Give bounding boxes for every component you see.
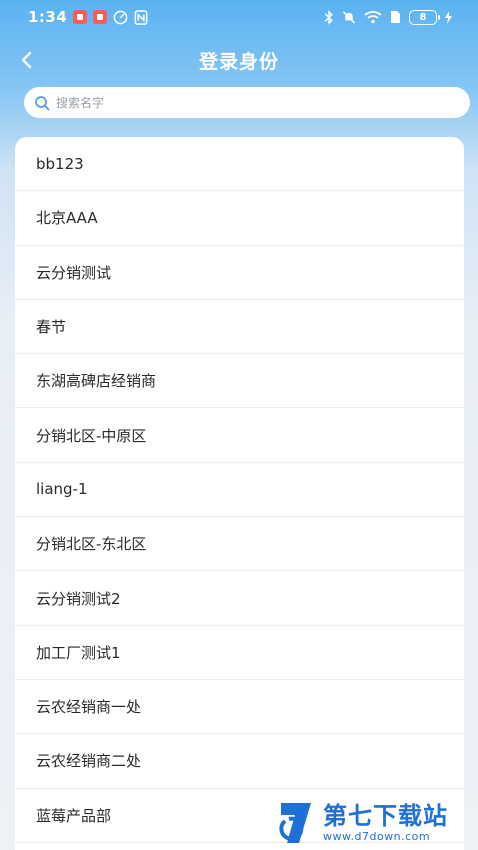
speed-icon xyxy=(113,10,128,24)
status-bar: 1:34 8 xyxy=(0,0,478,34)
list-item[interactable]: 云分销测试 xyxy=(15,246,464,300)
nfc-icon xyxy=(134,9,148,25)
list-item[interactable]: liang-1 xyxy=(15,463,464,518)
list-item[interactable]: 分销北区-东北区 xyxy=(15,517,464,572)
sim-icon xyxy=(391,11,400,23)
search-icon xyxy=(35,95,50,110)
watermark-name: 第七下载站 xyxy=(323,801,448,830)
back-button[interactable] xyxy=(10,44,42,76)
watermark-text: 第七下载站 www.d7down.com xyxy=(323,804,448,842)
list-item[interactable]: 云农经销商一处 xyxy=(15,680,464,735)
list-item[interactable]: 分销北区-中原区 xyxy=(15,408,464,463)
search-bar[interactable] xyxy=(24,87,470,118)
list-item[interactable]: bb123 xyxy=(15,137,464,192)
chevron-left-icon xyxy=(21,51,32,69)
app-notification-icon xyxy=(73,10,88,24)
header: 登录身份 xyxy=(0,40,478,80)
status-left: 1:34 xyxy=(28,8,148,26)
app-notification-icon xyxy=(93,10,108,24)
list-item[interactable]: 云农经销商二处 xyxy=(15,734,464,789)
watermark: 第七下载站 www.d7down.com xyxy=(277,795,472,850)
battery-level: 8 xyxy=(419,11,427,23)
battery-icon: 8 xyxy=(409,9,440,25)
list-item[interactable]: 东湖高碑店经销商 xyxy=(15,354,464,409)
list-item[interactable]: 加工厂测试1 xyxy=(15,626,464,680)
bluetooth-icon xyxy=(324,9,333,25)
page-title: 登录身份 xyxy=(198,50,279,73)
status-time: 1:34 xyxy=(28,8,68,26)
wifi-icon xyxy=(364,11,382,24)
list-item[interactable]: 春节 xyxy=(15,300,464,355)
list-item[interactable]: 北京AAA xyxy=(15,191,464,246)
identity-list: bb123 北京AAA 云分销测试 春节 东湖高碑店经销商 分销北区-中原区 l… xyxy=(15,137,464,850)
list-item[interactable]: 云分销测试2 xyxy=(15,571,464,626)
watermark-logo-icon xyxy=(279,802,311,843)
status-right: 8 xyxy=(324,9,452,25)
charging-icon xyxy=(445,10,452,24)
search-input[interactable] xyxy=(56,95,470,110)
watermark-url: www.d7down.com xyxy=(323,829,431,843)
mute-icon xyxy=(342,10,356,24)
